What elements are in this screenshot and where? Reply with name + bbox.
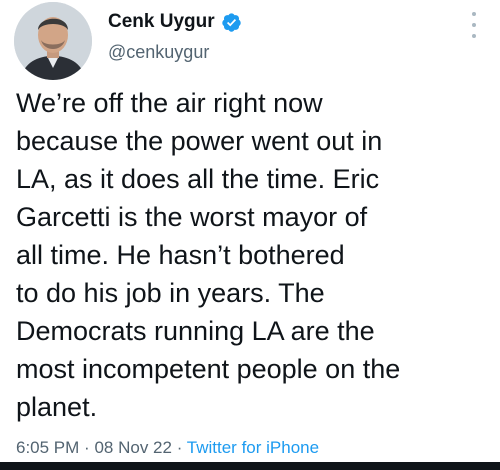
tweet-text-line: Democrats running LA are the — [16, 316, 375, 346]
tweet-header: Cenk Uygur @cenkuygur — [14, 2, 486, 82]
tweet-text-line: to do his job in years. The — [16, 278, 325, 308]
tweet-meta: 6:05 PM · 08 Nov 22 · Twitter for iPhone — [16, 438, 319, 458]
tweet-time[interactable]: 6:05 PM — [16, 438, 79, 457]
author-names: Cenk Uygur @cenkuygur — [108, 10, 242, 63]
tweet-date[interactable]: 08 Nov 22 — [94, 438, 172, 457]
tweet-text-line: Garcetti is the worst mayor of — [16, 202, 368, 232]
more-dot — [472, 12, 476, 16]
tweet-card: Cenk Uygur @cenkuygur We’re off the air … — [0, 0, 500, 470]
tweet-source-link[interactable]: Twitter for iPhone — [187, 438, 319, 457]
bottom-divider — [0, 462, 500, 470]
meta-separator: · — [84, 438, 90, 457]
display-name-row: Cenk Uygur — [108, 10, 242, 34]
more-dot — [472, 34, 476, 38]
display-name[interactable]: Cenk Uygur — [108, 11, 215, 33]
avatar-image — [14, 2, 92, 80]
tweet-text: We’re off the air right now because the … — [16, 84, 492, 426]
tweet-text-line: LA, as it does all the time. Eric — [16, 164, 380, 194]
tweet-text-line: all time. He hasn’t bothered — [16, 240, 345, 270]
meta-separator: · — [176, 438, 183, 457]
author-handle[interactable]: @cenkuygur — [108, 42, 242, 63]
tweet-text-line: most incompetent people on the — [16, 354, 401, 384]
more-dot — [472, 23, 476, 27]
verified-badge-icon — [221, 12, 242, 33]
tweet-text-line: because the power went out in — [16, 126, 383, 156]
tweet-text-line: We’re off the air right now — [16, 88, 323, 118]
more-options-icon[interactable] — [468, 12, 480, 38]
avatar[interactable] — [14, 2, 92, 80]
tweet-text-line: planet. — [16, 392, 98, 422]
